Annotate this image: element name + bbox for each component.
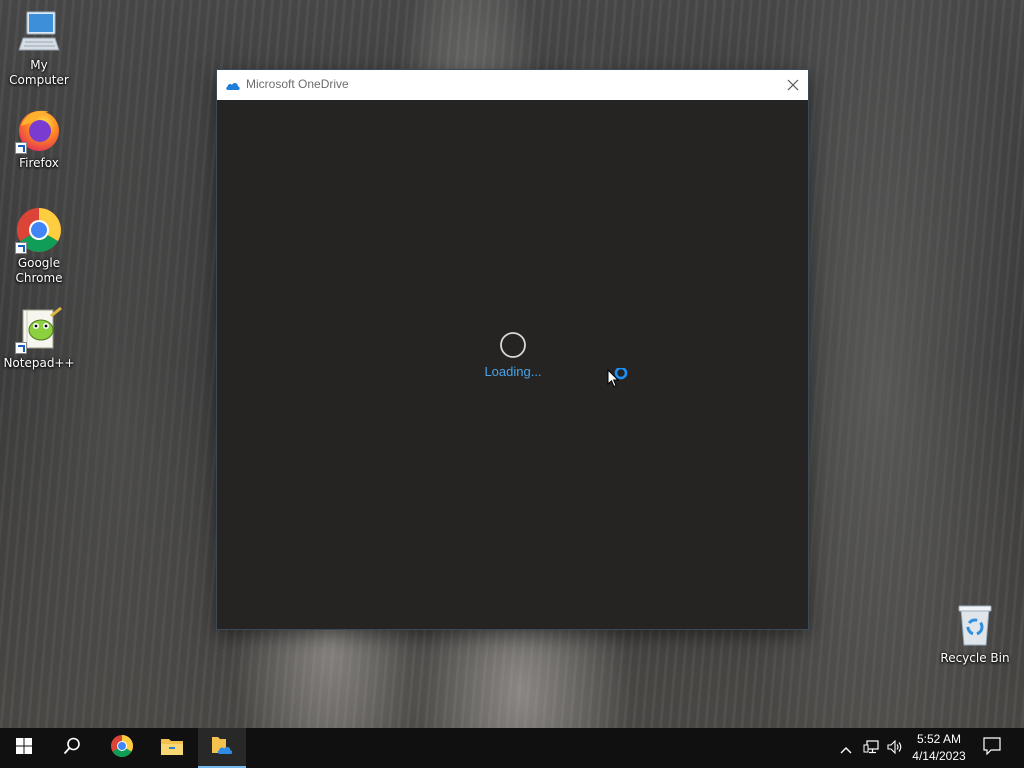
taskbar: 5:52 AM 4/14/2023 bbox=[0, 728, 1024, 768]
chevron-up-icon bbox=[840, 739, 852, 758]
tray-overflow-button[interactable] bbox=[836, 728, 856, 768]
onedrive-cloud-icon bbox=[225, 78, 241, 92]
recycle-bin-icon bbox=[951, 601, 999, 649]
shortcut-arrow-icon bbox=[15, 142, 27, 154]
network-icon bbox=[863, 739, 879, 758]
volume-button[interactable] bbox=[884, 728, 906, 768]
action-center-button[interactable] bbox=[978, 728, 1006, 768]
start-button[interactable] bbox=[0, 728, 48, 768]
onedrive-folder-icon bbox=[210, 735, 234, 761]
notepad-plus-plus-icon bbox=[15, 306, 63, 354]
shortcut-arrow-icon bbox=[15, 242, 27, 254]
search-icon bbox=[63, 737, 81, 759]
computer-icon bbox=[15, 8, 63, 56]
taskbar-onedrive-button[interactable] bbox=[198, 728, 246, 768]
desktop-icon-firefox[interactable]: Firefox bbox=[1, 106, 77, 171]
desktop-icon-label: Google Chrome bbox=[15, 256, 63, 285]
windows-logo-icon bbox=[16, 738, 32, 758]
shortcut-arrow-icon bbox=[15, 342, 27, 354]
onedrive-window: Microsoft OneDrive Loading... bbox=[217, 70, 808, 629]
clock-time: 5:52 AM bbox=[916, 732, 962, 746]
chrome-icon bbox=[110, 734, 134, 762]
window-title: Microsoft OneDrive bbox=[246, 77, 349, 91]
loading-spinner bbox=[499, 331, 526, 358]
busy-cursor-icon bbox=[606, 366, 632, 390]
desktop-icon-label: Firefox bbox=[19, 156, 59, 170]
desktop-icon-label: Notepad++ bbox=[3, 356, 75, 370]
window-titlebar[interactable]: Microsoft OneDrive bbox=[217, 70, 808, 100]
firefox-icon bbox=[15, 106, 63, 154]
close-button[interactable] bbox=[778, 70, 808, 100]
taskbar-clock[interactable]: 5:52 AM 4/14/2023 bbox=[906, 731, 972, 765]
network-button[interactable] bbox=[860, 728, 882, 768]
loading-text: Loading... bbox=[484, 364, 542, 379]
desktop-icon-google-chrome[interactable]: Google Chrome bbox=[1, 206, 77, 286]
desktop-icon-recycle-bin[interactable]: Recycle Bin bbox=[937, 601, 1013, 666]
volume-icon bbox=[887, 739, 903, 758]
desktop-icon-label: Recycle Bin bbox=[940, 651, 1010, 665]
folder-icon bbox=[160, 736, 184, 760]
taskbar-chrome-button[interactable] bbox=[98, 728, 146, 768]
taskbar-file-explorer-button[interactable] bbox=[148, 728, 196, 768]
chrome-icon bbox=[15, 206, 63, 254]
desktop-icon-notepad-plus-plus[interactable]: Notepad++ bbox=[1, 306, 77, 371]
desktop-icon-label: My Computer bbox=[9, 58, 69, 87]
close-icon bbox=[787, 76, 799, 95]
desktop-icon-my-computer[interactable]: My Computer bbox=[1, 8, 77, 88]
clock-date: 4/14/2023 bbox=[912, 749, 966, 763]
search-button[interactable] bbox=[48, 728, 96, 768]
notification-icon bbox=[983, 737, 1001, 759]
